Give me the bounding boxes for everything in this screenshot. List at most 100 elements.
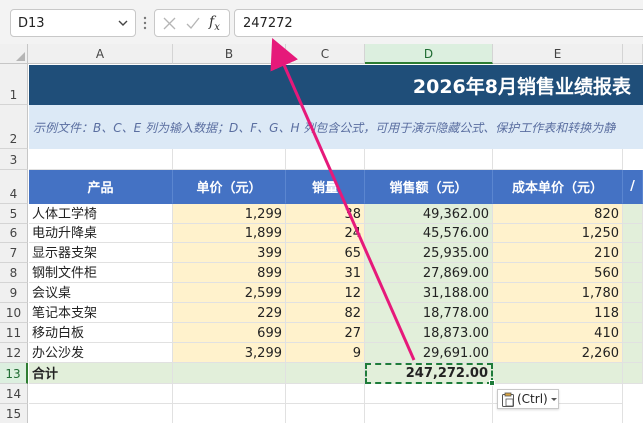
cell-cost-row-8[interactable]: 560: [493, 263, 623, 283]
cell-next-row-11[interactable]: [623, 323, 643, 343]
cell-cost-row-6[interactable]: 1,250: [493, 224, 623, 243]
cell-amount-row-12[interactable]: 29,691.00: [365, 343, 493, 363]
cell-cost-row-9[interactable]: 1,780: [493, 283, 623, 303]
header-qty[interactable]: 销量: [286, 170, 365, 204]
cell-cost-row-10[interactable]: 118: [493, 303, 623, 323]
column-header-c[interactable]: C: [286, 44, 365, 64]
cell-next-row-7[interactable]: [623, 243, 643, 263]
cell-product-row-9[interactable]: 会议桌: [29, 283, 173, 303]
cell-qty-row-5[interactable]: 38: [286, 204, 365, 224]
cell-next-row-10[interactable]: [623, 303, 643, 323]
name-box[interactable]: D13: [10, 9, 136, 37]
row-header-14[interactable]: 14: [0, 384, 28, 404]
cancel-icon[interactable]: [163, 17, 176, 30]
cell-d3[interactable]: [365, 149, 493, 170]
cell-product-row-10[interactable]: 笔记本支架: [29, 303, 173, 323]
header-product[interactable]: 产品: [29, 170, 173, 204]
row-header-15[interactable]: 15: [0, 404, 28, 423]
cell-b13[interactable]: [173, 363, 286, 384]
cell-b14[interactable]: [173, 384, 286, 404]
cell-qty-row-6[interactable]: 24: [286, 224, 365, 243]
cell-product-row-6[interactable]: 电动升降桌: [29, 224, 173, 243]
column-header-f[interactable]: [623, 44, 643, 64]
cell-unit-price-row-6[interactable]: 1,899: [173, 224, 286, 243]
row-header-10[interactable]: 10: [0, 303, 28, 323]
column-header-d[interactable]: D: [365, 44, 493, 64]
cell-next-row-6[interactable]: [623, 224, 643, 243]
cell-amount-row-11[interactable]: 18,873.00: [365, 323, 493, 343]
cell-qty-row-12[interactable]: 9: [286, 343, 365, 363]
cell-qty-row-9[interactable]: 12: [286, 283, 365, 303]
header-next[interactable]: /: [623, 170, 643, 204]
cell-c14[interactable]: [286, 384, 365, 404]
cell-c15[interactable]: [286, 404, 365, 423]
row-header-2[interactable]: 2: [0, 105, 28, 149]
cell-qty-row-11[interactable]: 27: [286, 323, 365, 343]
column-header-b[interactable]: B: [173, 44, 286, 64]
cell-unit-price-row-9[interactable]: 2,599: [173, 283, 286, 303]
row-header-5[interactable]: 5: [0, 204, 28, 224]
cell-d15[interactable]: [365, 404, 493, 423]
cell-c13[interactable]: [286, 363, 365, 384]
report-title[interactable]: 2026年8月销售业绩报表: [29, 65, 643, 105]
cell-product-row-12[interactable]: 办公沙发: [29, 343, 173, 363]
cell-unit-price-row-12[interactable]: 3,299: [173, 343, 286, 363]
cell-qty-row-10[interactable]: 82: [286, 303, 365, 323]
row-header-7[interactable]: 7: [0, 243, 28, 263]
chevron-down-icon[interactable]: [117, 17, 129, 29]
row-header-3[interactable]: 3: [0, 149, 28, 170]
cell-amount-row-8[interactable]: 27,869.00: [365, 263, 493, 283]
cell-b3[interactable]: [173, 149, 286, 170]
note-text[interactable]: 示例文件：B、C、E 列为输入数据；D、F、G、H 列包含公式，可用于演示隐藏公…: [29, 105, 643, 149]
cell-product-row-11[interactable]: 移动白板: [29, 323, 173, 343]
paste-options-button[interactable]: (Ctrl): [497, 389, 559, 409]
header-unit-price[interactable]: 单价（元）: [173, 170, 286, 204]
select-all-button[interactable]: [0, 44, 28, 64]
row-header-1[interactable]: 1: [0, 64, 28, 105]
row-header-6[interactable]: 6: [0, 224, 28, 243]
column-header-a[interactable]: A: [28, 44, 173, 64]
cell-cost-row-5[interactable]: 820: [493, 204, 623, 224]
cell-unit-price-row-10[interactable]: 229: [173, 303, 286, 323]
cell-b15[interactable]: [173, 404, 286, 423]
cell-next-row-12[interactable]: [623, 343, 643, 363]
cell-c3[interactable]: [286, 149, 365, 170]
cell-cost-row-11[interactable]: 410: [493, 323, 623, 343]
cell-amount-row-9[interactable]: 31,188.00: [365, 283, 493, 303]
cell-amount-row-7[interactable]: 25,935.00: [365, 243, 493, 263]
header-cost[interactable]: 成本单价（元）: [493, 170, 623, 204]
row-header-9[interactable]: 9: [0, 283, 28, 303]
cell-e13[interactable]: [493, 363, 623, 384]
cell-qty-row-7[interactable]: 65: [286, 243, 365, 263]
row-header-4[interactable]: 4: [0, 170, 28, 204]
cell-amount-row-6[interactable]: 45,576.00: [365, 224, 493, 243]
cell-a15[interactable]: [29, 404, 173, 423]
row-header-13[interactable]: 13: [0, 363, 28, 384]
cell-cost-row-12[interactable]: 2,260: [493, 343, 623, 363]
cell-product-row-8[interactable]: 钢制文件柜: [29, 263, 173, 283]
cell-product-row-5[interactable]: 人体工学椅: [29, 204, 173, 224]
active-cell-d13[interactable]: 247,272.00: [365, 363, 495, 386]
column-header-e[interactable]: E: [493, 44, 623, 64]
cell-next-row-8[interactable]: [623, 263, 643, 283]
more-options-icon[interactable]: [142, 15, 148, 31]
cell-d14[interactable]: [365, 384, 493, 404]
cell-amount-row-5[interactable]: 49,362.00: [365, 204, 493, 224]
row-header-11[interactable]: 11: [0, 323, 28, 343]
cell-unit-price-row-11[interactable]: 699: [173, 323, 286, 343]
cell-cost-row-7[interactable]: 210: [493, 243, 623, 263]
formula-input[interactable]: 247272: [234, 9, 643, 37]
check-icon[interactable]: [186, 17, 200, 30]
header-amount[interactable]: 销售额（元）: [365, 170, 493, 204]
cell-e3[interactable]: [493, 149, 623, 170]
cell-f13[interactable]: [623, 363, 643, 384]
row-header-12[interactable]: 12: [0, 343, 28, 363]
cell-product-row-7[interactable]: 显示器支架: [29, 243, 173, 263]
cell-a3[interactable]: [29, 149, 173, 170]
fill-handle[interactable]: [489, 380, 495, 386]
cell-unit-price-row-7[interactable]: 399: [173, 243, 286, 263]
cell-next-row-5[interactable]: [623, 204, 643, 224]
cell-amount-row-10[interactable]: 18,778.00: [365, 303, 493, 323]
cell-qty-row-8[interactable]: 31: [286, 263, 365, 283]
insert-function-button[interactable]: fx: [209, 14, 220, 33]
